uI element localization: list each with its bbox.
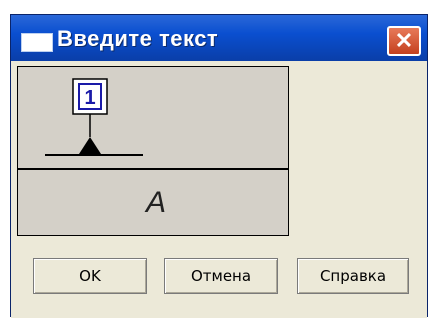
window-title: Введите текст (57, 26, 219, 51)
cancel-button[interactable]: Отмена (164, 258, 278, 294)
preview-letter: A (145, 185, 166, 219)
text-preview-panel: 1 A (17, 66, 289, 236)
arrow-triangle (79, 137, 101, 154)
title-bar[interactable]: Введите текст ✕ (11, 15, 427, 61)
symbol-preview: 1 (18, 67, 288, 170)
dialog-client: 1 A OK Отмена Справка (11, 61, 427, 318)
close-icon: ✕ (394, 28, 414, 53)
number-text: 1 (84, 87, 95, 109)
close-button[interactable]: ✕ (387, 26, 421, 56)
help-button[interactable]: Справка (297, 258, 409, 294)
window-icon (21, 33, 53, 52)
button-row: OK Отмена Справка (11, 258, 427, 298)
dialog-window: Введите текст ✕ 1 A OK Отмена Справка (10, 14, 428, 318)
ok-button[interactable]: OK (33, 258, 147, 294)
letter-preview: A (18, 170, 288, 235)
leader-symbol: 1 (45, 78, 143, 156)
